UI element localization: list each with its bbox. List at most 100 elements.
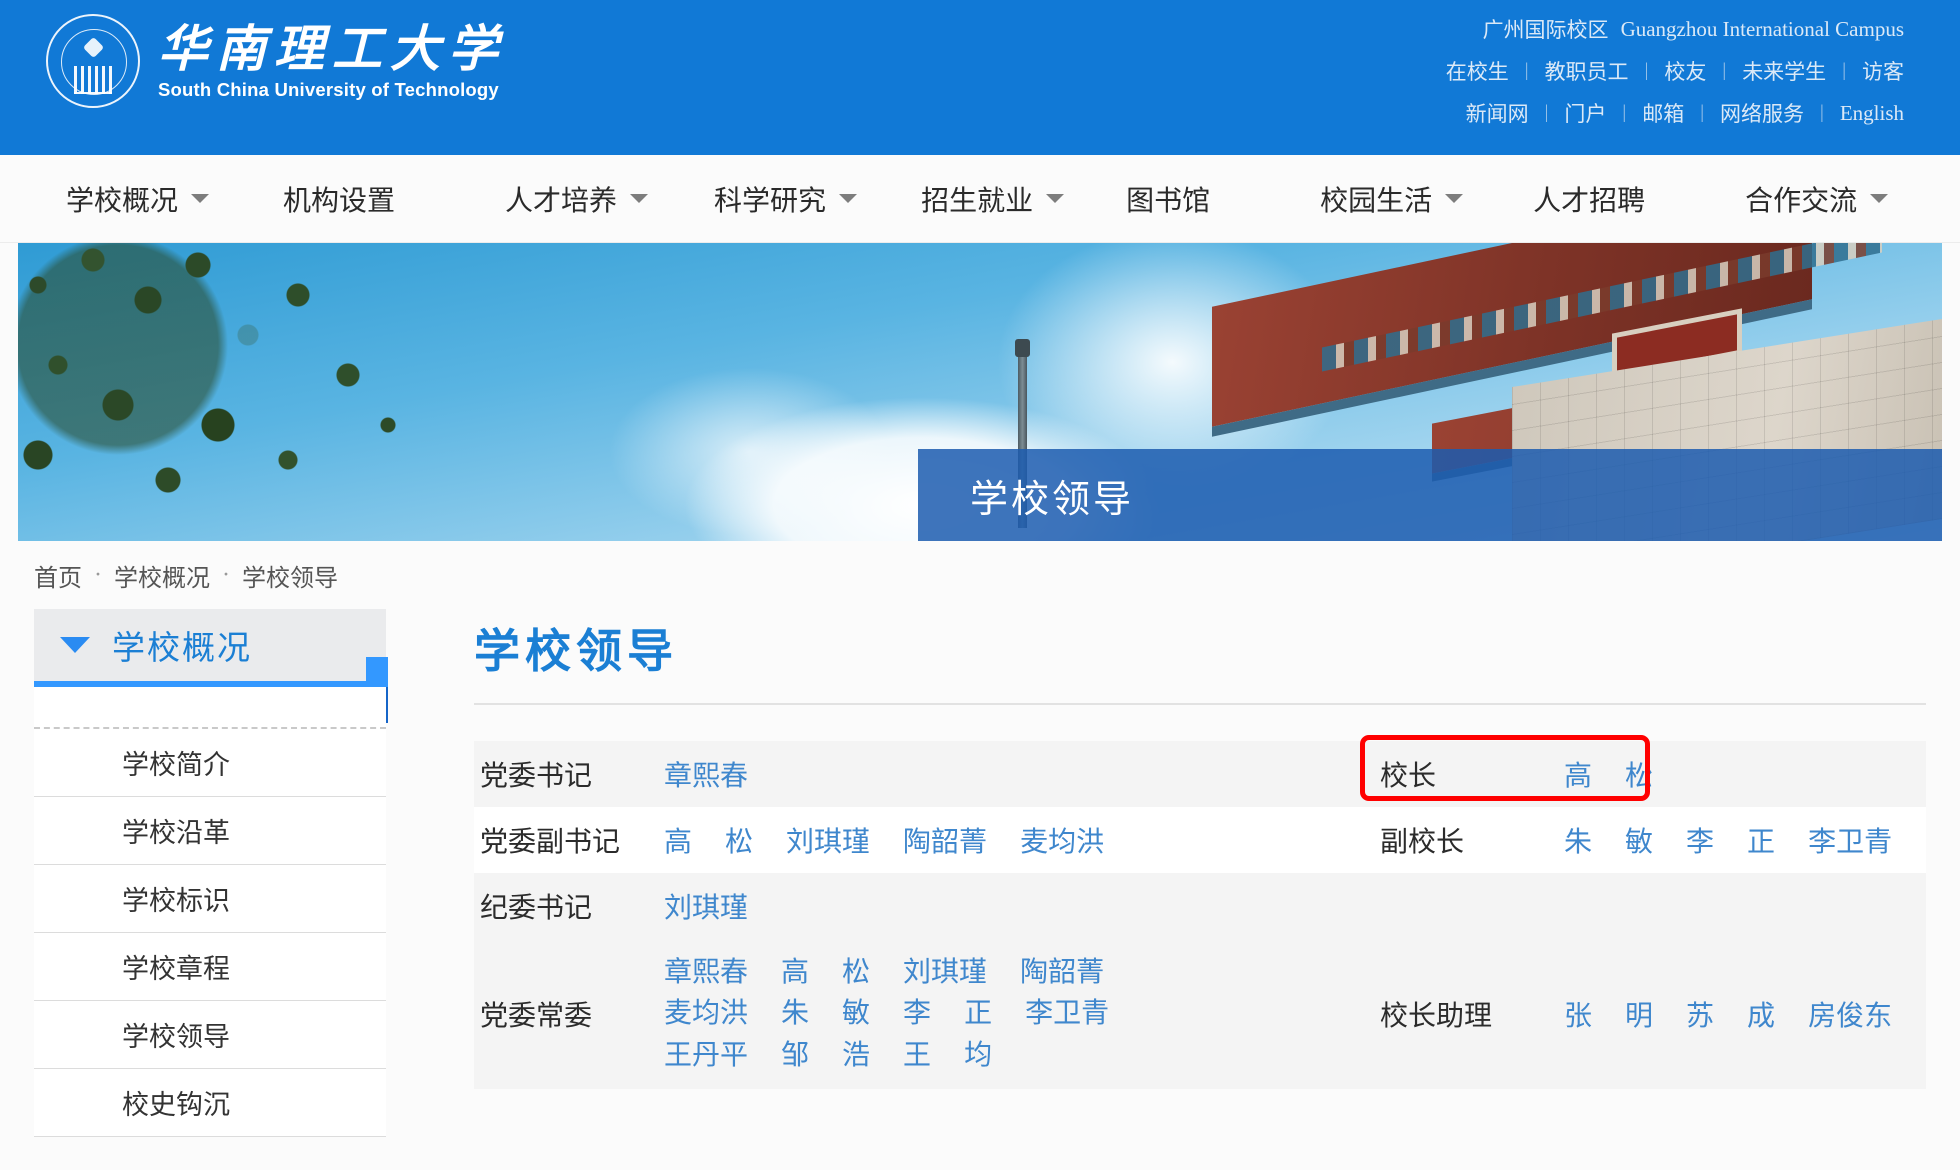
link-email[interactable]: 邮箱 (1642, 98, 1684, 128)
sidebar-item-label: 学校领导 (122, 1022, 230, 1052)
breadcrumb-separator: · (94, 561, 102, 588)
person-link[interactable]: 朱 (781, 993, 809, 1034)
breadcrumb-separator: · (222, 561, 230, 588)
separator: | (1700, 102, 1705, 123)
person-link[interactable]: 松 (842, 952, 870, 993)
link-current-students[interactable]: 在校生 (1446, 56, 1509, 86)
person-link[interactable]: 麦均洪 (664, 993, 748, 1034)
link-alumni[interactable]: 校友 (1664, 56, 1706, 86)
sidebar-item-school-identity[interactable]: 学校标识 (34, 865, 386, 933)
banner-title: 学校领导 (970, 478, 1135, 521)
person-link[interactable]: 正 (964, 993, 992, 1034)
person-link[interactable]: 苏 (1686, 994, 1714, 1034)
person-link[interactable]: 邹 (781, 1035, 809, 1076)
person-link[interactable]: 章熙春 (664, 754, 748, 794)
person-link[interactable]: 陶韶菁 (903, 820, 987, 860)
person-link[interactable]: 王丹平 (664, 1035, 748, 1076)
breadcrumb-item-leadership[interactable]: 学校领导 (242, 558, 338, 593)
person-link[interactable]: 均 (964, 1035, 992, 1076)
nav-label: 科学研究 (714, 185, 827, 217)
nav-item-cooperation[interactable]: 合作交流 (1745, 179, 1889, 219)
role-label-empty (1374, 893, 1564, 919)
person-link[interactable]: 刘琪瑾 (903, 952, 987, 993)
site-logo[interactable]: 华南理工大学 South China University of Technol… (46, 14, 506, 108)
person-link[interactable]: 朱 (1564, 820, 1592, 860)
chevron-down-icon (1046, 194, 1065, 203)
role-label-president-assistant: 校长助理 (1380, 1001, 1493, 1033)
person-link[interactable]: 刘琪瑾 (664, 886, 748, 926)
person-link[interactable]: 松 (725, 820, 753, 860)
page-banner: 学校领导 (18, 243, 1942, 541)
person-link[interactable]: 敏 (842, 993, 870, 1034)
breadcrumb-item-overview[interactable]: 学校概况 (114, 558, 210, 593)
name-list-vice-president: 朱 敏 李 正 李卫青 (1564, 807, 1926, 873)
link-visitors[interactable]: 访客 (1862, 56, 1904, 86)
person-link[interactable]: 张 (1564, 994, 1592, 1034)
name-list-standing-committee: 章熙春 高 松 刘琪瑾 陶韶菁 麦均洪 朱 敏 李 正 李卫青 王丹平 邹 浩 … (664, 939, 1304, 1089)
nav-item-school-overview[interactable]: 学校概况 (66, 179, 210, 219)
person-link[interactable]: 高 (1564, 754, 1592, 794)
person-link[interactable]: 陶韶菁 (1020, 952, 1104, 993)
table-row: 党委副书记 高 松 刘琪瑾 陶韶菁 麦均洪 副校长 朱 敏 李 正 李卫青 (474, 807, 1926, 873)
sidebar-menu: 学校简介 学校沿革 学校标识 学校章程 学校领导 校史钩沉 (34, 729, 386, 1137)
nav-item-education[interactable]: 人才培养 (505, 179, 649, 219)
person-link[interactable]: 松 (1625, 754, 1653, 794)
nav-item-library[interactable]: 图书馆 (1126, 179, 1210, 219)
sidebar-item-school-intro[interactable]: 学校简介 (34, 729, 386, 797)
link-guangzhou-campus-en[interactable]: Guangzhou International Campus (1621, 17, 1904, 42)
link-guangzhou-campus-cn[interactable]: 广州国际校区 (1483, 14, 1609, 44)
nav-item-campus-life[interactable]: 校园生活 (1320, 179, 1464, 219)
person-link[interactable]: 房俊东 (1808, 994, 1892, 1034)
sidebar-header[interactable]: 学校概况 (34, 609, 388, 723)
name-list-president: 高 松 (1564, 741, 1926, 807)
name-list-empty (1564, 893, 1926, 919)
person-link[interactable]: 明 (1625, 994, 1653, 1034)
sidebar-item-label: 学校标识 (122, 886, 230, 916)
nav-item-organization[interactable]: 机构设置 (283, 179, 395, 219)
person-link[interactable]: 高 (781, 952, 809, 993)
person-link[interactable]: 高 (664, 820, 692, 860)
person-link[interactable]: 正 (1747, 820, 1775, 860)
person-link[interactable]: 成 (1747, 994, 1775, 1034)
nav-item-careers[interactable]: 人才招聘 (1533, 179, 1645, 219)
person-link[interactable]: 王 (903, 1035, 931, 1076)
sidebar-item-school-history[interactable]: 学校沿革 (34, 797, 386, 865)
table-row: 纪委书记 刘琪瑾 (474, 873, 1926, 939)
name-line: 章熙春 高 松 刘琪瑾 陶韶菁 (664, 952, 1304, 993)
person-link[interactable]: 李卫青 (1808, 820, 1892, 860)
person-link[interactable]: 浩 (842, 1035, 870, 1076)
link-faculty-staff[interactable]: 教职员工 (1545, 56, 1629, 86)
sidebar-item-school-leadership[interactable]: 学校领导 (34, 1001, 386, 1069)
seal-emblem-icon (82, 36, 105, 59)
chevron-down-icon (1870, 194, 1889, 203)
link-english[interactable]: English (1840, 101, 1904, 126)
person-link[interactable]: 刘琪瑾 (786, 820, 870, 860)
role-label-discipline-secretary: 纪委书记 (480, 893, 593, 924)
person-link[interactable]: 李 (903, 993, 931, 1034)
main-content: 学校领导 党委书记 章熙春 校长 高 松 党委副书记 高 松 刘琪瑾 陶韶菁 麦… (386, 609, 1926, 1137)
link-portal[interactable]: 门户 (1564, 98, 1606, 128)
nav-item-admissions[interactable]: 招生就业 (921, 179, 1065, 219)
link-prospective-students[interactable]: 未来学生 (1742, 56, 1826, 86)
separator: | (1622, 102, 1627, 123)
separator: | (1722, 60, 1727, 81)
person-link[interactable]: 麦均洪 (1020, 820, 1104, 860)
link-news[interactable]: 新闻网 (1466, 98, 1529, 128)
nav-item-research[interactable]: 科学研究 (714, 179, 858, 219)
site-header: 华南理工大学 South China University of Technol… (0, 0, 1960, 155)
sidebar-item-school-chronicle[interactable]: 校史钩沉 (34, 1069, 386, 1137)
table-row: 党委常委 章熙春 高 松 刘琪瑾 陶韶菁 麦均洪 朱 敏 李 正 李卫青 王丹平… (474, 939, 1926, 1090)
sidebar-item-school-charter[interactable]: 学校章程 (34, 933, 386, 1001)
sidebar-item-label: 校史钩沉 (122, 1090, 230, 1120)
link-network-service[interactable]: 网络服务 (1720, 98, 1804, 128)
separator: | (1524, 60, 1529, 81)
person-link[interactable]: 章熙春 (664, 952, 748, 993)
person-link[interactable]: 李卫青 (1025, 993, 1109, 1034)
person-link[interactable]: 李 (1686, 820, 1714, 860)
sidebar-divider (34, 687, 386, 729)
breadcrumb-item-home[interactable]: 首页 (34, 558, 82, 593)
name-list-discipline-secretary: 刘琪瑾 (664, 873, 1304, 939)
person-link[interactable]: 敏 (1625, 820, 1653, 860)
page-title: 学校领导 (474, 626, 678, 677)
name-list-president-assistant: 张 明 苏 成 房俊东 (1564, 981, 1926, 1047)
